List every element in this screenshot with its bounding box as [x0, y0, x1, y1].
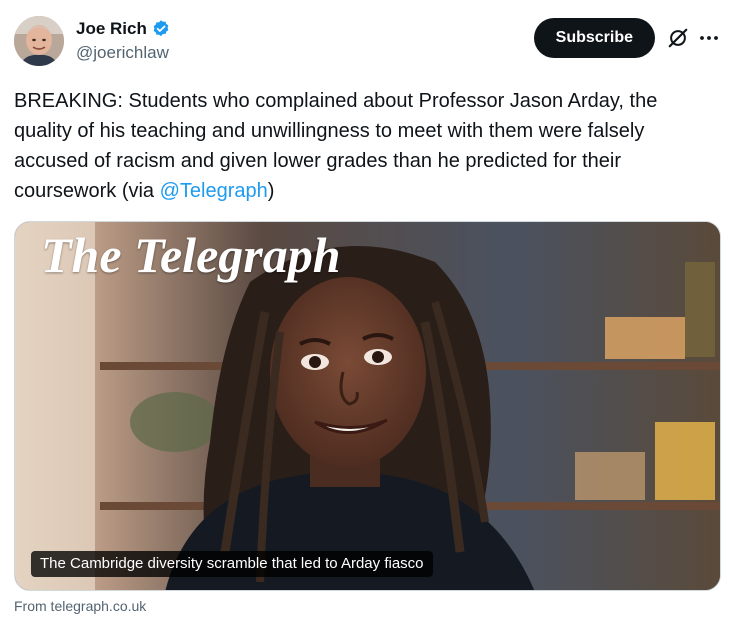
display-name-row[interactable]: Joe Rich	[76, 18, 171, 40]
card-source[interactable]: From telegraph.co.uk	[14, 598, 146, 614]
card-caption[interactable]: The Cambridge diversity scramble that le…	[31, 551, 433, 577]
tweet-text-end: )	[267, 180, 275, 202]
subscribe-button[interactable]: Subscribe	[533, 18, 655, 58]
handle[interactable]: @joerichlaw	[76, 42, 171, 64]
display-name[interactable]: Joe Rich	[76, 18, 147, 40]
tweet-header: Joe Rich @joerichlaw Subscribe	[14, 14, 721, 74]
grok-slash-icon[interactable]	[667, 27, 689, 49]
mention-link[interactable]: @Telegraph	[160, 180, 268, 202]
more-dots-icon[interactable]	[697, 26, 721, 50]
tweet-text-body: BREAKING: Students who complained about …	[14, 90, 658, 202]
author-names: Joe Rich @joerichlaw	[76, 18, 171, 64]
telegraph-masthead: The Telegraph	[41, 227, 341, 283]
tweet-text: BREAKING: Students who complained about …	[14, 86, 720, 206]
link-card-image[interactable]: The Telegraph The Cambridge diversity sc…	[14, 221, 721, 591]
verified-badge-icon[interactable]	[151, 19, 171, 39]
avatar[interactable]	[14, 16, 64, 66]
